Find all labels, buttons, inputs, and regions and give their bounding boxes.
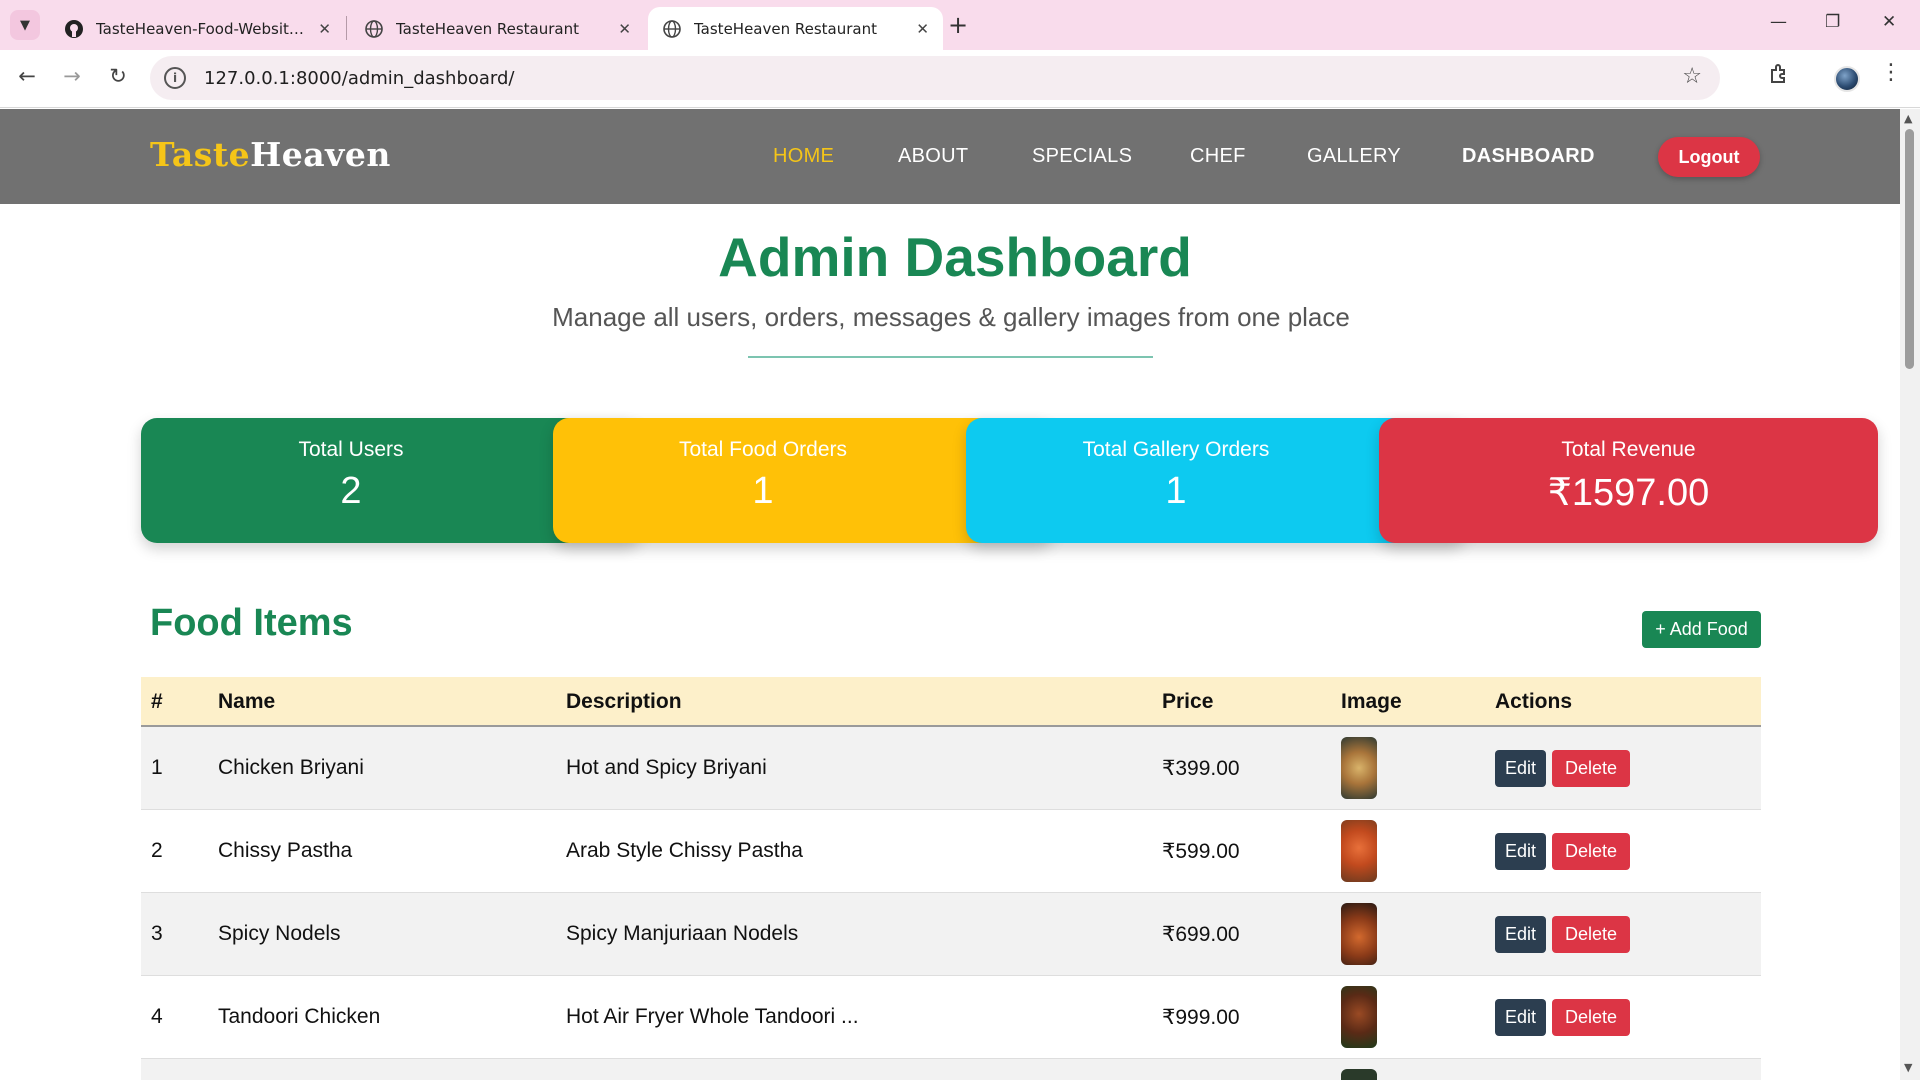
table-row: 2 Chissy Pastha Arab Style Chissy Pastha… [141,810,1761,893]
row-number: 2 [151,839,163,862]
row-number: 3 [151,922,163,945]
food-name: Chicken Briyani [218,756,364,779]
nav-home[interactable]: HOME [773,145,834,168]
scroll-down-icon[interactable]: ▼ [1904,1061,1912,1074]
close-icon[interactable]: ✕ [318,20,331,38]
food-price: ₹699.00 [1162,923,1240,946]
title-divider [748,356,1153,358]
nav-specials[interactable]: SPECIALS [1032,145,1132,168]
close-icon[interactable]: ✕ [916,20,929,38]
food-description: Arab Style Chissy Pastha [566,839,803,862]
edit-button[interactable]: Edit [1495,999,1546,1036]
stat-value: 1 [1165,470,1187,512]
table-row: 1 Chicken Briyani Hot and Spicy Briyani … [141,727,1761,810]
close-window-icon[interactable]: ✕ [1882,12,1896,32]
github-icon [64,19,84,39]
food-thumbnail [1341,903,1377,965]
stat-label: Total Revenue [1561,438,1696,461]
food-thumbnail [1341,820,1377,882]
stat-label: Total Food Orders [678,438,848,461]
stat-label: Total Users [298,438,404,461]
logout-button[interactable]: Logout [1658,137,1760,177]
page-subtitle: Manage all users, orders, messages & gal… [552,302,1350,332]
table-row: 4 Tandoori Chicken Hot Air Fryer Whole T… [141,976,1761,1059]
nav-about[interactable]: ABOUT [898,145,968,168]
tab-title: TasteHeaven Restaurant [396,19,579,38]
site-header: TasteHeaven HOME ABOUT SPECIALS CHEF GAL… [0,109,1900,204]
extensions-icon[interactable] [1768,62,1792,90]
scroll-up-icon[interactable]: ▲ [1904,112,1912,125]
food-thumbnail [1341,986,1377,1048]
column-header: Name [218,690,276,713]
page-title: Admin Dashboard [718,226,1192,288]
tab-title: TasteHeaven-Food-Website-In-Django [96,19,310,38]
food-name: Chissy Pastha [218,839,353,862]
address-bar[interactable]: i 127.0.0.1:8000/admin_dashboard/ ☆ [150,56,1720,100]
site-logo[interactable]: TasteHeaven [150,135,391,174]
browser-tab-restaurant-active[interactable]: TasteHeaven Restaurant ✕ [648,7,943,50]
nav-chef[interactable]: CHEF [1190,145,1246,168]
food-description: Hot and Spicy Briyani [566,756,767,779]
edit-button[interactable]: Edit [1495,750,1546,787]
page-scrollbar[interactable]: ▲ ▼ [1900,109,1920,1080]
edit-button[interactable]: Edit [1495,916,1546,953]
column-header: Actions [1495,690,1573,713]
delete-button[interactable]: Delete [1552,999,1630,1036]
add-food-button[interactable]: + Add Food [1642,611,1761,648]
delete-button[interactable]: Delete [1552,916,1630,953]
food-description: Hot Air Fryer Whole Tandoori ... [566,1005,859,1028]
scrollbar-thumb[interactable] [1905,129,1914,369]
browser-toolbar: ← → ↻ i 127.0.0.1:8000/admin_dashboard/ … [0,50,1920,108]
stat-value: 1 [752,470,774,512]
delete-button[interactable]: Delete [1552,833,1630,870]
edit-button[interactable]: Edit [1495,833,1546,870]
table-row [141,1059,1761,1080]
section-title: Food Items [150,602,353,644]
globe-icon [364,19,384,39]
food-name: Tandoori Chicken [218,1005,381,1028]
forward-icon[interactable]: → [57,64,87,88]
food-thumbnail [1341,737,1377,799]
food-price: ₹599.00 [1162,840,1240,863]
tab-search-button[interactable]: ▼ [10,10,40,40]
close-icon[interactable]: ✕ [618,20,631,38]
bookmark-star-icon[interactable]: ☆ [1682,64,1702,89]
minimize-icon[interactable]: — [1770,12,1787,32]
row-number: 4 [151,1005,163,1028]
browser-tab-bar: ▼ TasteHeaven-Food-Website-In-Django ✕ T… [0,0,1920,50]
restore-icon[interactable]: ❐ [1825,12,1840,32]
nav-gallery[interactable]: GALLERY [1307,145,1401,168]
food-thumbnail [1341,1069,1377,1080]
food-description: Spicy Manjuriaan Nodels [566,922,799,945]
browser-tab-restaurant[interactable]: TasteHeaven Restaurant ✕ [350,7,645,50]
column-header: Description [566,690,682,713]
reload-icon[interactable]: ↻ [103,64,133,88]
column-header: Image [1341,690,1402,713]
delete-button[interactable]: Delete [1552,750,1630,787]
menu-kebab-icon[interactable]: ⋮ [1880,60,1902,85]
site-info-icon[interactable]: i [164,67,186,89]
back-icon[interactable]: ← [12,64,42,88]
stat-label: Total Gallery Orders [1082,438,1270,461]
food-items-table: # Name Description Price Image Actions 1… [141,677,1761,1080]
new-tab-button[interactable]: + [948,12,968,38]
food-price: ₹999.00 [1162,1006,1240,1029]
stat-value: ₹1597.00 [1547,472,1710,514]
stat-card-revenue: Total Revenue ₹1597.00 [1379,418,1878,543]
row-number: 1 [151,756,163,779]
stat-value: 2 [340,470,362,512]
chevron-down-icon: ▼ [20,17,30,33]
url-text: 127.0.0.1:8000/admin_dashboard/ [204,67,515,89]
table-header: # Name Description Price Image Actions [141,677,1761,727]
table-row: 3 Spicy Nodels Spicy Manjuriaan Nodels ₹… [141,893,1761,976]
nav-dashboard[interactable]: DASHBOARD [1462,145,1595,168]
tab-title: TasteHeaven Restaurant [694,19,877,38]
column-header: Price [1162,690,1214,713]
food-name: Spicy Nodels [218,922,341,945]
profile-avatar[interactable] [1834,66,1860,92]
food-price: ₹399.00 [1162,757,1240,780]
column-header: # [151,690,163,713]
globe-icon [662,19,682,39]
browser-tab-github[interactable]: TasteHeaven-Food-Website-In-Django ✕ [50,7,345,50]
